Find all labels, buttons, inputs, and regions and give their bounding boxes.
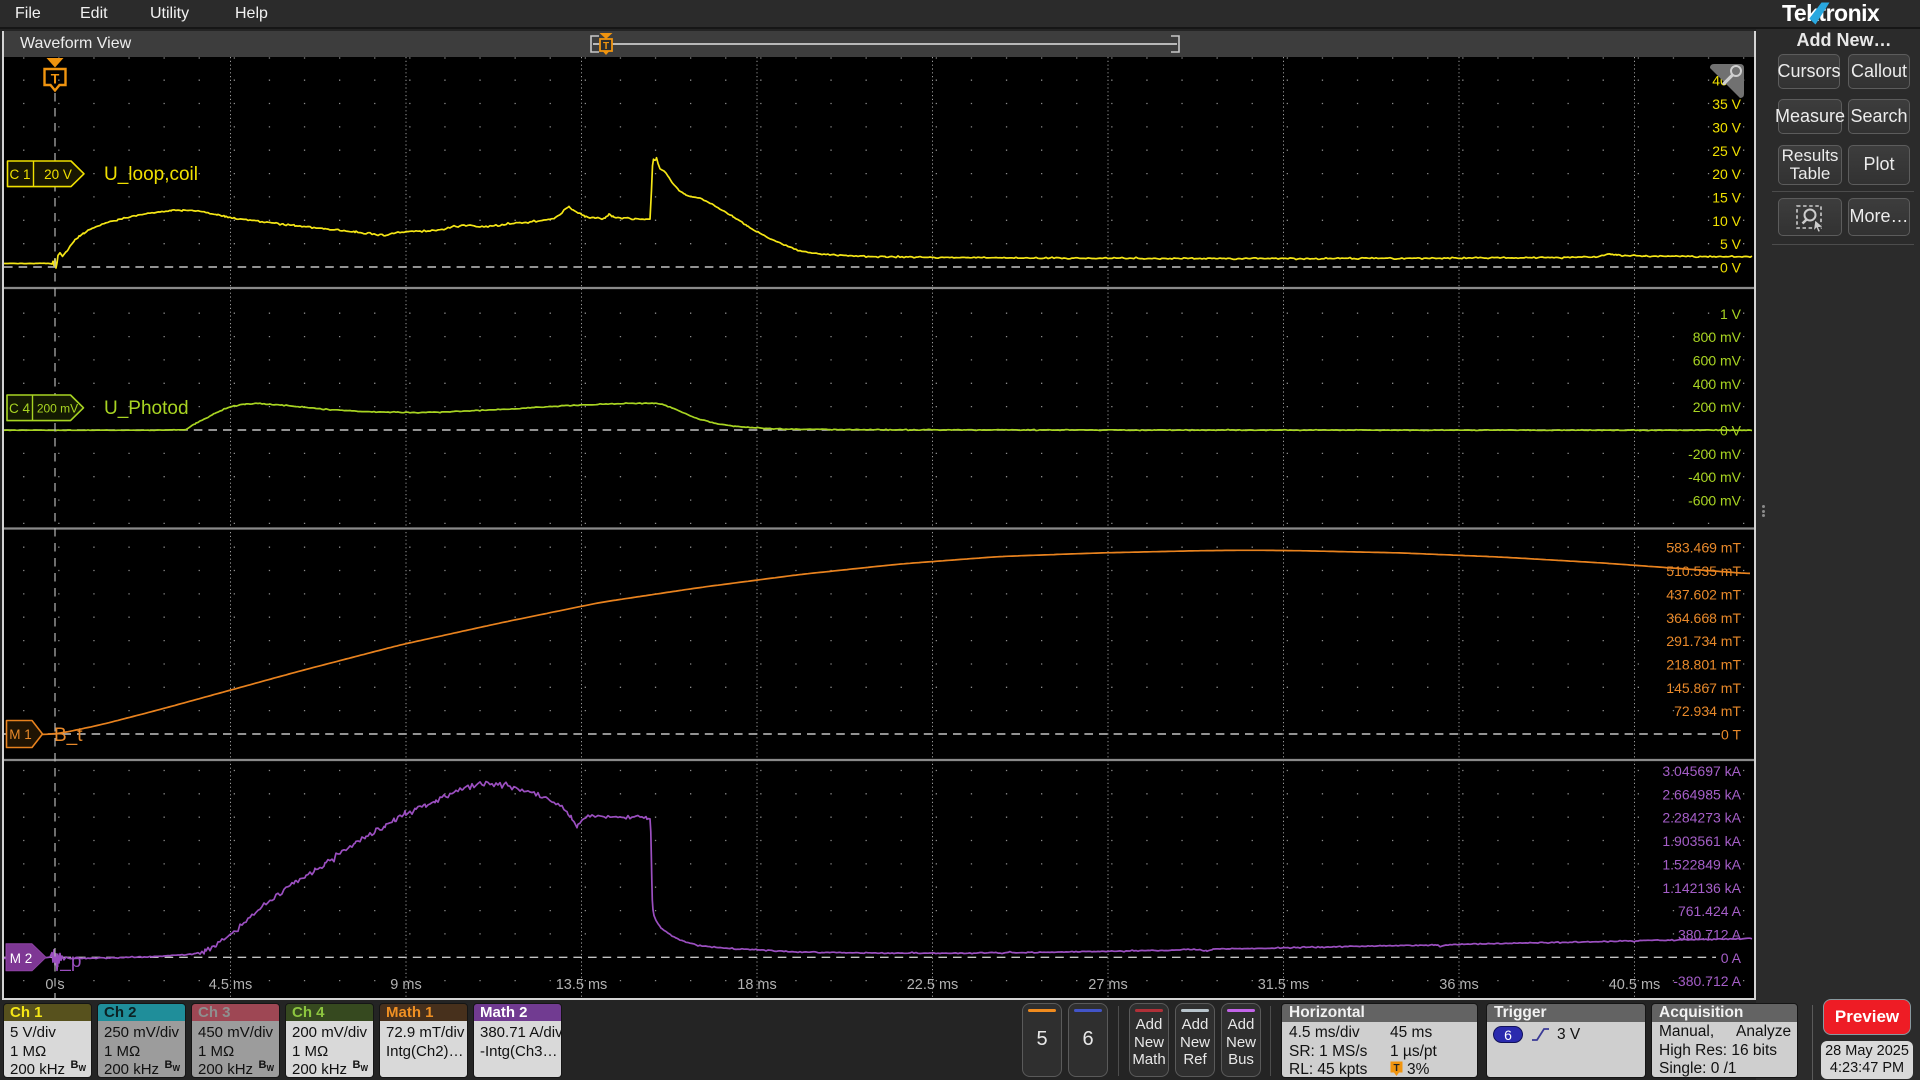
svg-text:T: T: [51, 71, 60, 87]
svg-text:400 mV: 400 mV: [1693, 376, 1742, 392]
svg-text:761.424 A: 761.424 A: [1678, 903, 1742, 919]
svg-text:35 V: 35 V: [1712, 96, 1741, 112]
svg-text:22.5 ms: 22.5 ms: [907, 977, 959, 993]
svg-text:M 2: M 2: [10, 951, 33, 966]
svg-text:0 V: 0 V: [1720, 260, 1742, 276]
svg-text:0 T: 0 T: [1721, 727, 1741, 743]
svg-text:-380.712 A: -380.712 A: [1673, 973, 1741, 989]
svg-text:1.142136 kA: 1.142136 kA: [1662, 880, 1741, 896]
svg-text:I_p: I_p: [55, 951, 81, 972]
svg-text:36 ms: 36 ms: [1439, 977, 1479, 993]
svg-text:437.602 mT: 437.602 mT: [1666, 586, 1741, 602]
svg-text:27 ms: 27 ms: [1088, 977, 1128, 993]
svg-text:800 mV: 800 mV: [1693, 329, 1742, 345]
svg-text:2.664985 kA: 2.664985 kA: [1662, 786, 1741, 802]
svg-text:10 V: 10 V: [1712, 213, 1741, 229]
svg-text:15 V: 15 V: [1712, 189, 1741, 205]
svg-text:Tektronix: Tektronix: [1782, 0, 1880, 26]
svg-text:18 ms: 18 ms: [737, 977, 777, 993]
svg-text:40.5 ms: 40.5 ms: [1609, 977, 1661, 993]
svg-text:M 1: M 1: [9, 727, 32, 742]
svg-text:20 V: 20 V: [44, 167, 72, 182]
svg-text:200 mV: 200 mV: [37, 401, 78, 415]
svg-text:1.903561 kA: 1.903561 kA: [1662, 833, 1741, 849]
svg-text:3.045697 kA: 3.045697 kA: [1662, 763, 1741, 779]
svg-text:364.668 mT: 364.668 mT: [1666, 610, 1741, 626]
svg-text:9 ms: 9 ms: [390, 977, 421, 993]
svg-text:291.734 mT: 291.734 mT: [1666, 633, 1741, 649]
svg-text:20 V: 20 V: [1712, 166, 1741, 182]
svg-text:C 4: C 4: [9, 401, 31, 416]
svg-text:200 mV: 200 mV: [1693, 399, 1742, 415]
svg-text:2.284273 kA: 2.284273 kA: [1662, 810, 1741, 826]
svg-text:583.469 mT: 583.469 mT: [1666, 540, 1741, 556]
svg-text:1.522849 kA: 1.522849 kA: [1662, 856, 1741, 872]
svg-text:5 V: 5 V: [1720, 236, 1742, 252]
svg-text:31.5 ms: 31.5 ms: [1258, 977, 1310, 993]
svg-text:-200 mV: -200 mV: [1688, 446, 1742, 462]
svg-text:30 V: 30 V: [1712, 119, 1741, 135]
svg-text:U_loop,coil: U_loop,coil: [104, 164, 198, 185]
svg-text:600 mV: 600 mV: [1693, 352, 1742, 368]
svg-text:0 A: 0 A: [1721, 950, 1742, 966]
svg-text:C 1: C 1: [9, 167, 30, 182]
svg-text:U_Photod: U_Photod: [104, 398, 189, 419]
svg-text:4.5 ms: 4.5 ms: [209, 977, 253, 993]
svg-text:218.801 mT: 218.801 mT: [1666, 657, 1741, 673]
svg-text:B_t: B_t: [54, 725, 83, 746]
svg-text:T: T: [603, 41, 609, 52]
svg-text:T: T: [1393, 1063, 1399, 1074]
svg-text:1 V: 1 V: [1720, 306, 1742, 322]
svg-text:-400 mV: -400 mV: [1688, 469, 1742, 485]
svg-text:145.867 mT: 145.867 mT: [1666, 680, 1741, 696]
svg-text:-600 mV: -600 mV: [1688, 493, 1742, 509]
svg-text:25 V: 25 V: [1712, 143, 1741, 159]
svg-text:13.5 ms: 13.5 ms: [556, 977, 608, 993]
svg-text:72.934 mT: 72.934 mT: [1674, 703, 1741, 719]
